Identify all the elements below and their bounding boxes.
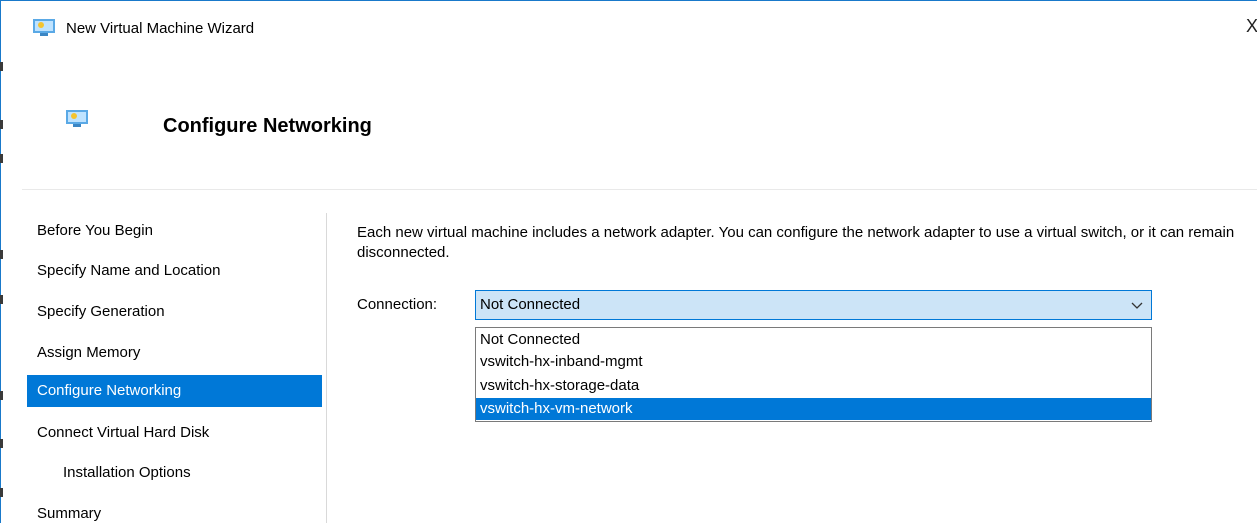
window-title: New Virtual Machine Wizard (66, 20, 255, 37)
connection-selected-value: Not Connected (480, 296, 581, 313)
computer-monitor-icon (33, 19, 55, 36)
header-divider (22, 189, 1257, 190)
page-title: Configure Networking (163, 115, 372, 137)
close-button[interactable]: X (1246, 16, 1257, 36)
computer-monitor-icon (66, 110, 88, 127)
sidebar-item-summary[interactable]: Summary (27, 498, 322, 530)
connection-option-storage-data[interactable]: vswitch-hx-storage-data (476, 375, 1151, 397)
sidebar-item-connect-virtual-hard-disk[interactable]: Connect Virtual Hard Disk (27, 417, 322, 449)
connection-option-inband-mgmt[interactable]: vswitch-hx-inband-mgmt (476, 351, 1151, 373)
sidebar-item-specify-generation[interactable]: Specify Generation (27, 296, 322, 328)
sidebar-item-before-you-begin[interactable]: Before You Begin (27, 215, 322, 247)
sidebar-item-assign-memory[interactable]: Assign Memory (27, 337, 322, 369)
sidebar-item-installation-options[interactable]: Installation Options (27, 457, 322, 489)
connection-dropdown[interactable]: Not Connected (475, 290, 1152, 320)
connection-option-not-connected[interactable]: Not Connected (476, 329, 1151, 351)
window-top-border (0, 0, 1257, 1)
connection-label: Connection: (357, 296, 438, 313)
chevron-down-icon[interactable] (1131, 299, 1143, 311)
sidebar-item-configure-networking[interactable]: Configure Networking (27, 375, 322, 407)
sidebar-divider (326, 213, 327, 523)
description-text: Each new virtual machine includes a netw… (357, 224, 1235, 261)
connection-option-vm-network[interactable]: vswitch-hx-vm-network (476, 398, 1151, 420)
connection-options-list: Not Connected vswitch-hx-inband-mgmt vsw… (475, 327, 1152, 422)
sidebar-item-specify-name-and-location[interactable]: Specify Name and Location (27, 255, 322, 287)
